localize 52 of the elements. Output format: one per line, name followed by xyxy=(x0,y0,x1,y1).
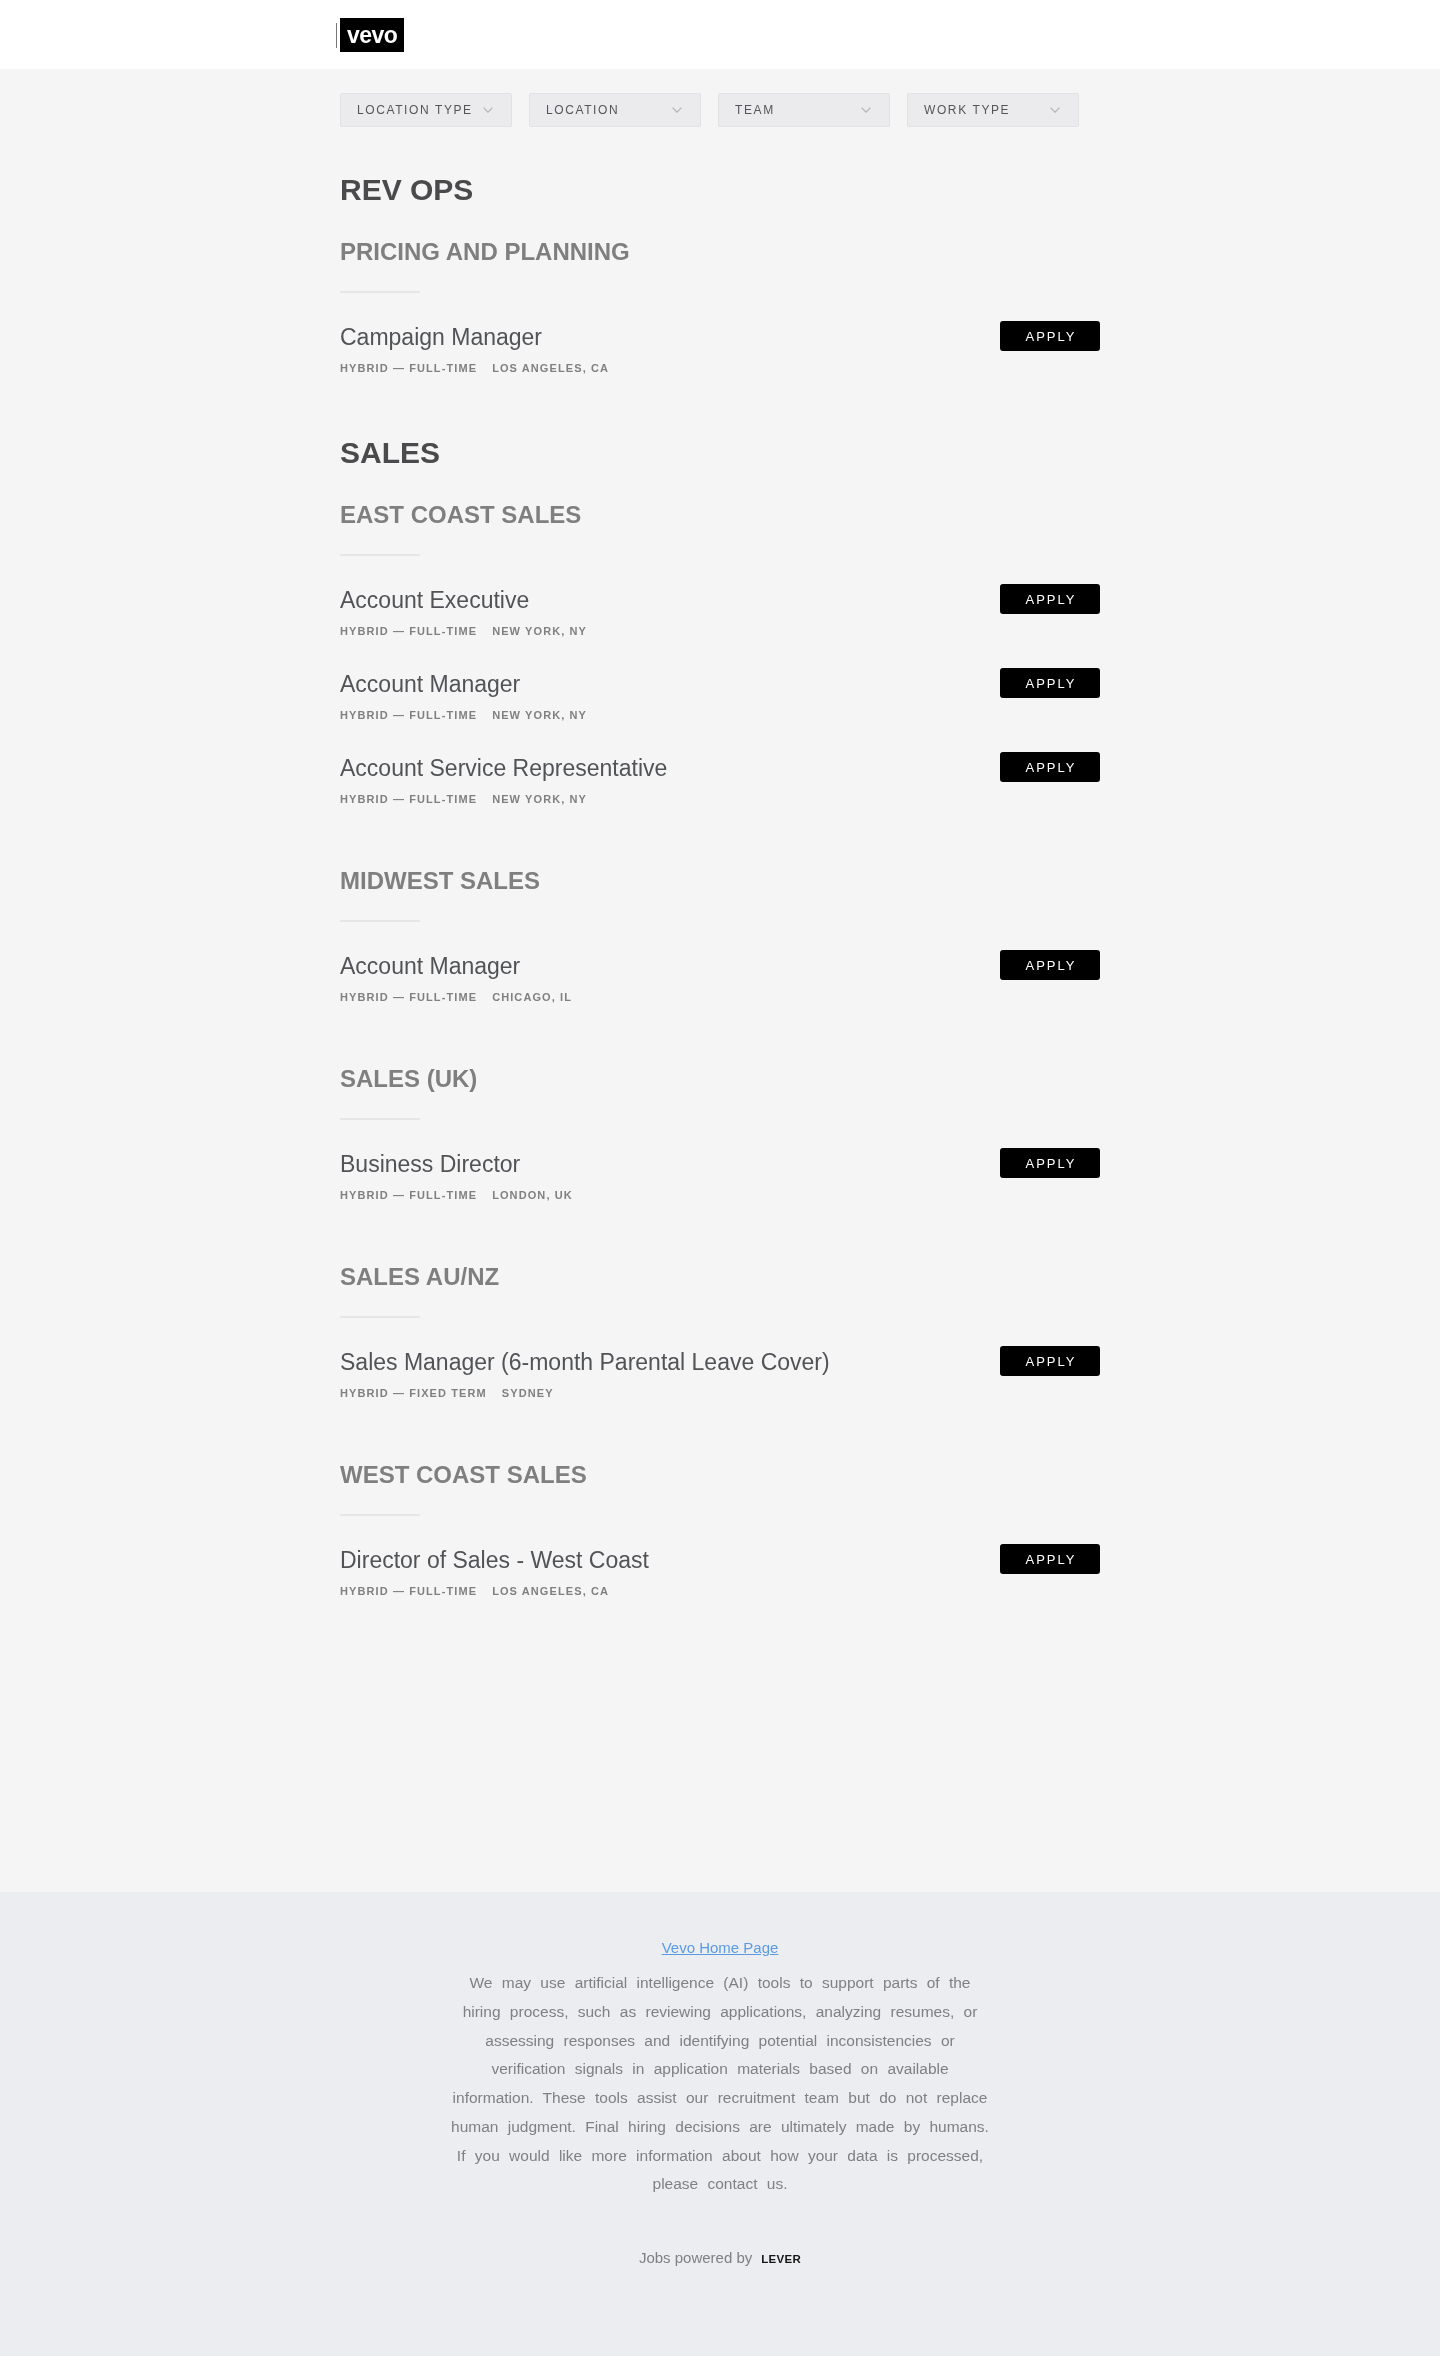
chevron-down-icon xyxy=(483,107,493,113)
work-type-label: HYBRID — FULL-TIME xyxy=(340,1188,478,1203)
apply-button[interactable]: APPLY xyxy=(1000,1544,1100,1574)
job-title-link[interactable]: Sales Manager (6-month Parental Leave Cover) xyxy=(340,1348,830,1376)
work-type-label: HYBRID — FULL-TIME xyxy=(340,708,478,723)
chevron-down-icon xyxy=(861,107,871,113)
chevron-down-icon xyxy=(1050,107,1060,113)
job-title-link[interactable]: Account Manager xyxy=(340,670,521,698)
team-heading: EAST COAST SALES xyxy=(340,500,583,530)
ai-notice-text: We may use artificial intelligence (AI) tools to support parts of the hiring process, such as reviewing applications, analyzing resumes, or assessing responses and identifying potential inconsistencies or verification signals in application materials based on available information. These tools assist our recruitment team but do not replace human judgment. Final hiring decisions are ultimately made by humans. If you would like more information about how your data is processed, please contact us. xyxy=(450,1973,990,2195)
apply-button[interactable]: APPLY xyxy=(1000,950,1100,980)
filter-dropdown[interactable]: TEAM xyxy=(718,93,890,127)
job-location-label: LONDON, UK xyxy=(492,1188,573,1203)
job-title-link[interactable]: Account Executive xyxy=(340,586,530,614)
work-type-label: HYBRID — FULL-TIME xyxy=(340,361,478,376)
team-heading: SALES AU/NZ xyxy=(340,1262,501,1292)
job-location-label: NEW YORK, NY xyxy=(492,708,588,723)
apply-button[interactable]: APPLY xyxy=(1000,668,1100,698)
job-location-label: NEW YORK, NY xyxy=(492,624,588,639)
job-title-link[interactable]: Account Manager xyxy=(340,952,521,980)
filter-dropdown[interactable]: LOCATION xyxy=(529,93,701,127)
work-type-label: HYBRID — FULL-TIME xyxy=(340,792,478,807)
job-title-link[interactable]: Business Director xyxy=(340,1150,521,1178)
apply-button[interactable]: APPLY xyxy=(1000,321,1100,351)
apply-button[interactable]: APPLY xyxy=(1000,1346,1100,1376)
job-location-label: SYDNEY xyxy=(501,1386,554,1401)
team-heading: WEST COAST SALES xyxy=(340,1460,588,1490)
job-title-link[interactable]: Account Service Representative xyxy=(340,754,668,782)
job-location-label: NEW YORK, NY xyxy=(492,792,588,807)
logo[interactable]: vevo xyxy=(336,18,405,52)
filter-dropdown[interactable]: WORK TYPE xyxy=(907,93,1079,127)
work-type-label: HYBRID — FULL-TIME xyxy=(340,990,478,1005)
job-location-label: CHICAGO, IL xyxy=(492,990,573,1005)
apply-button[interactable]: APPLY xyxy=(1000,584,1100,614)
department-heading: REV OPS xyxy=(340,172,475,208)
department-heading: SALES xyxy=(340,435,442,471)
apply-button[interactable]: APPLY xyxy=(1000,1148,1100,1178)
team-heading: SALES (UK) xyxy=(340,1064,479,1094)
apply-button[interactable]: APPLY xyxy=(1000,752,1100,782)
chevron-down-icon xyxy=(672,107,682,113)
powered-by-text: Jobs powered by xyxy=(638,2248,753,2268)
filter-dropdown[interactable]: LOCATION TYPE xyxy=(340,93,512,127)
job-location-label: LOS ANGELES, CA xyxy=(492,361,610,376)
work-type-label: HYBRID — FIXED TERM xyxy=(340,1386,487,1401)
work-type-label: HYBRID — FULL-TIME xyxy=(340,1584,478,1599)
job-title-link[interactable]: Director of Sales - West Coast xyxy=(340,1546,649,1574)
work-type-label: HYBRID — FULL-TIME xyxy=(340,624,478,639)
provider-logo[interactable]: LEVER xyxy=(761,2253,802,2265)
job-location-label: LOS ANGELES, CA xyxy=(492,1584,610,1599)
team-heading: PRICING AND PLANNING xyxy=(340,237,631,267)
job-title-link[interactable]: Campaign Manager xyxy=(340,323,542,351)
team-heading: MIDWEST SALES xyxy=(340,866,541,896)
